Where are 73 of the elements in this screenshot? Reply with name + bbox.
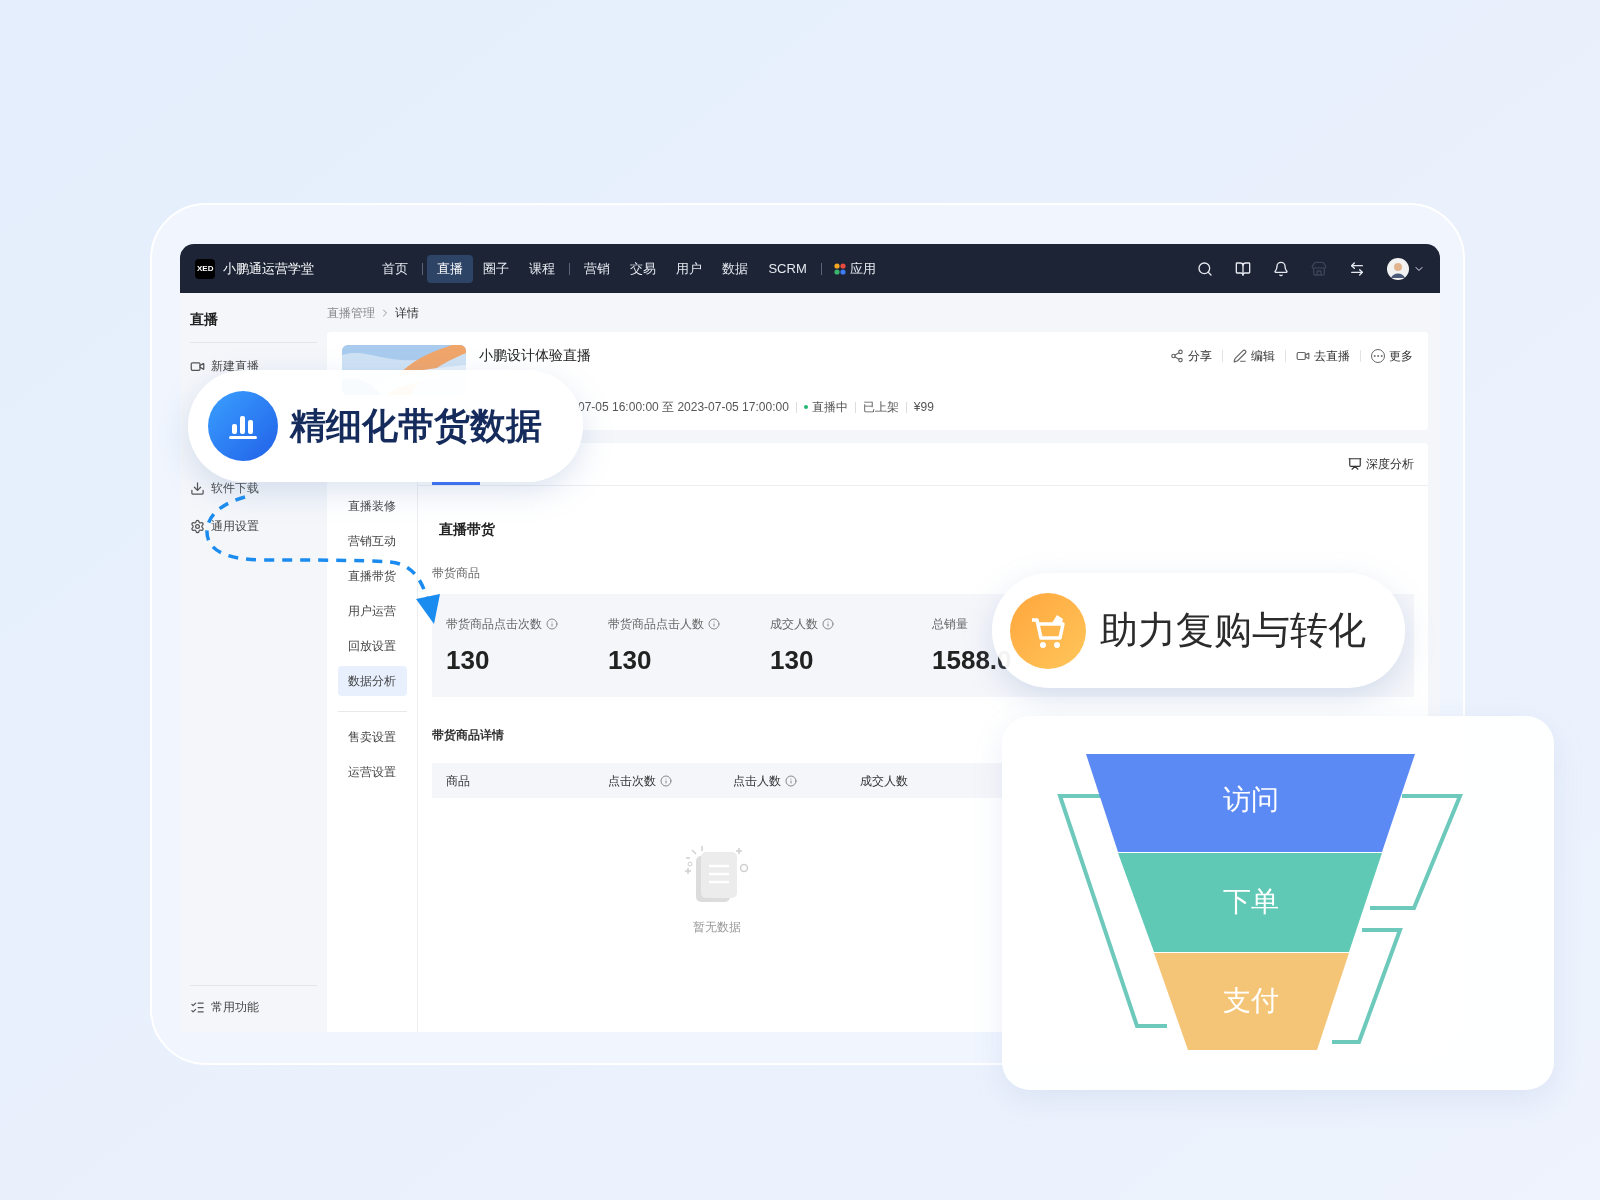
- nav-tab[interactable]: 课程: [519, 254, 566, 283]
- subnav-item[interactable]: 营销互动: [337, 526, 407, 556]
- subsection-title: 带货商品详情: [432, 727, 505, 744]
- price: ¥99: [913, 399, 934, 416]
- list-icon: [190, 999, 205, 1015]
- logo: XED: [195, 258, 216, 279]
- callout-text: 助力复购与转化: [1100, 608, 1366, 653]
- bar-chart-icon: [208, 391, 278, 461]
- column-header: 成交人数: [860, 772, 908, 790]
- action-button[interactable]: 去直播: [1296, 346, 1350, 365]
- empty-state-text: 暂无数据: [693, 919, 741, 936]
- deep-analysis-button[interactable]: 深度分析: [1348, 455, 1414, 473]
- nav-tab[interactable]: 用户: [666, 254, 713, 283]
- cart-icon: [1010, 592, 1086, 669]
- sidebar-title: 直播: [190, 309, 317, 343]
- stat-value: 130: [446, 647, 491, 673]
- swap-icon[interactable]: [1349, 260, 1365, 277]
- avatar[interactable]: [1387, 257, 1409, 280]
- chart-board-icon: [1348, 457, 1362, 471]
- stat-label: 带货商品点击次数: [446, 616, 542, 633]
- settings-icon: [190, 518, 205, 534]
- subnav-item[interactable]: 售卖设置: [337, 722, 407, 752]
- stat-value: 1588.0: [932, 647, 1013, 673]
- stat-value: 130: [770, 647, 815, 673]
- funnel-stage-label: 访问: [1223, 784, 1279, 815]
- action-button[interactable]: 编辑: [1233, 346, 1275, 365]
- callout-text: 精细化带货数据: [290, 404, 542, 448]
- column-header: 点击人数: [733, 772, 781, 790]
- nav-tab[interactable]: 交易: [620, 254, 667, 283]
- nav-tab[interactable]: SCRM: [758, 254, 817, 283]
- shelf-status: 已上架: [862, 399, 899, 416]
- sidebar-item[interactable]: 通用设置: [190, 517, 259, 535]
- stat-value: 130: [608, 647, 653, 673]
- column-header: 点击次数: [608, 772, 656, 790]
- nav-tab[interactable]: 圈子: [473, 254, 520, 283]
- stat-label: 总销量: [932, 616, 968, 633]
- subnav-item[interactable]: 直播装修: [337, 491, 407, 521]
- breadcrumb-item: 详情: [395, 304, 419, 322]
- nav-tab[interactable]: 应用: [825, 254, 884, 283]
- brand-name: 小鹏通运营学堂: [223, 259, 315, 278]
- subnav-item[interactable]: 直播带货: [337, 561, 407, 591]
- sidebar-item[interactable]: 软件下载: [190, 479, 259, 497]
- subnav-item[interactable]: 运营设置: [337, 757, 407, 787]
- download-icon: [190, 480, 205, 496]
- funnel-stage-label: 支付: [1223, 985, 1279, 1016]
- action-button[interactable]: 更多: [1371, 346, 1413, 365]
- nav-tab[interactable]: 数据: [712, 254, 759, 283]
- funnel-stage-label: 下单: [1223, 886, 1279, 917]
- nav-tab[interactable]: 直播: [427, 254, 474, 283]
- section-title: 直播带货: [439, 520, 496, 539]
- search-icon[interactable]: [1197, 260, 1213, 277]
- live-status: 直播中: [811, 399, 848, 416]
- bell-icon[interactable]: [1273, 260, 1289, 277]
- apps-icon: [833, 262, 846, 275]
- breadcrumb-item[interactable]: 直播管理: [327, 303, 375, 322]
- pencil-icon: [1233, 348, 1247, 363]
- sidebar-item[interactable]: 新建直播: [190, 357, 259, 375]
- stat-label: 成交人数: [770, 616, 818, 633]
- live-title: 小鹏设计体验直播: [479, 346, 591, 365]
- sidebar-footer-link[interactable]: 常用功能: [211, 998, 259, 1016]
- nav-tab[interactable]: 营销: [574, 254, 621, 283]
- book-icon[interactable]: [1235, 260, 1251, 277]
- live-time: 07-05 16:00:00 至 2023-07-05 17:00:00: [578, 399, 789, 416]
- subnav-item[interactable]: 回放设置: [337, 631, 407, 661]
- subnav-item[interactable]: 数据分析: [337, 666, 407, 696]
- action-button[interactable]: 分享: [1170, 346, 1212, 365]
- share-icon: [1170, 348, 1184, 363]
- subnav-item[interactable]: 用户运营: [337, 596, 407, 626]
- subsection-label: 带货商品: [432, 565, 481, 582]
- column-header: 商品: [446, 772, 470, 790]
- nav-tab[interactable]: 首页: [372, 254, 419, 283]
- tab-indicator: [432, 482, 480, 485]
- stat-label: 带货商品点击人数: [608, 616, 704, 633]
